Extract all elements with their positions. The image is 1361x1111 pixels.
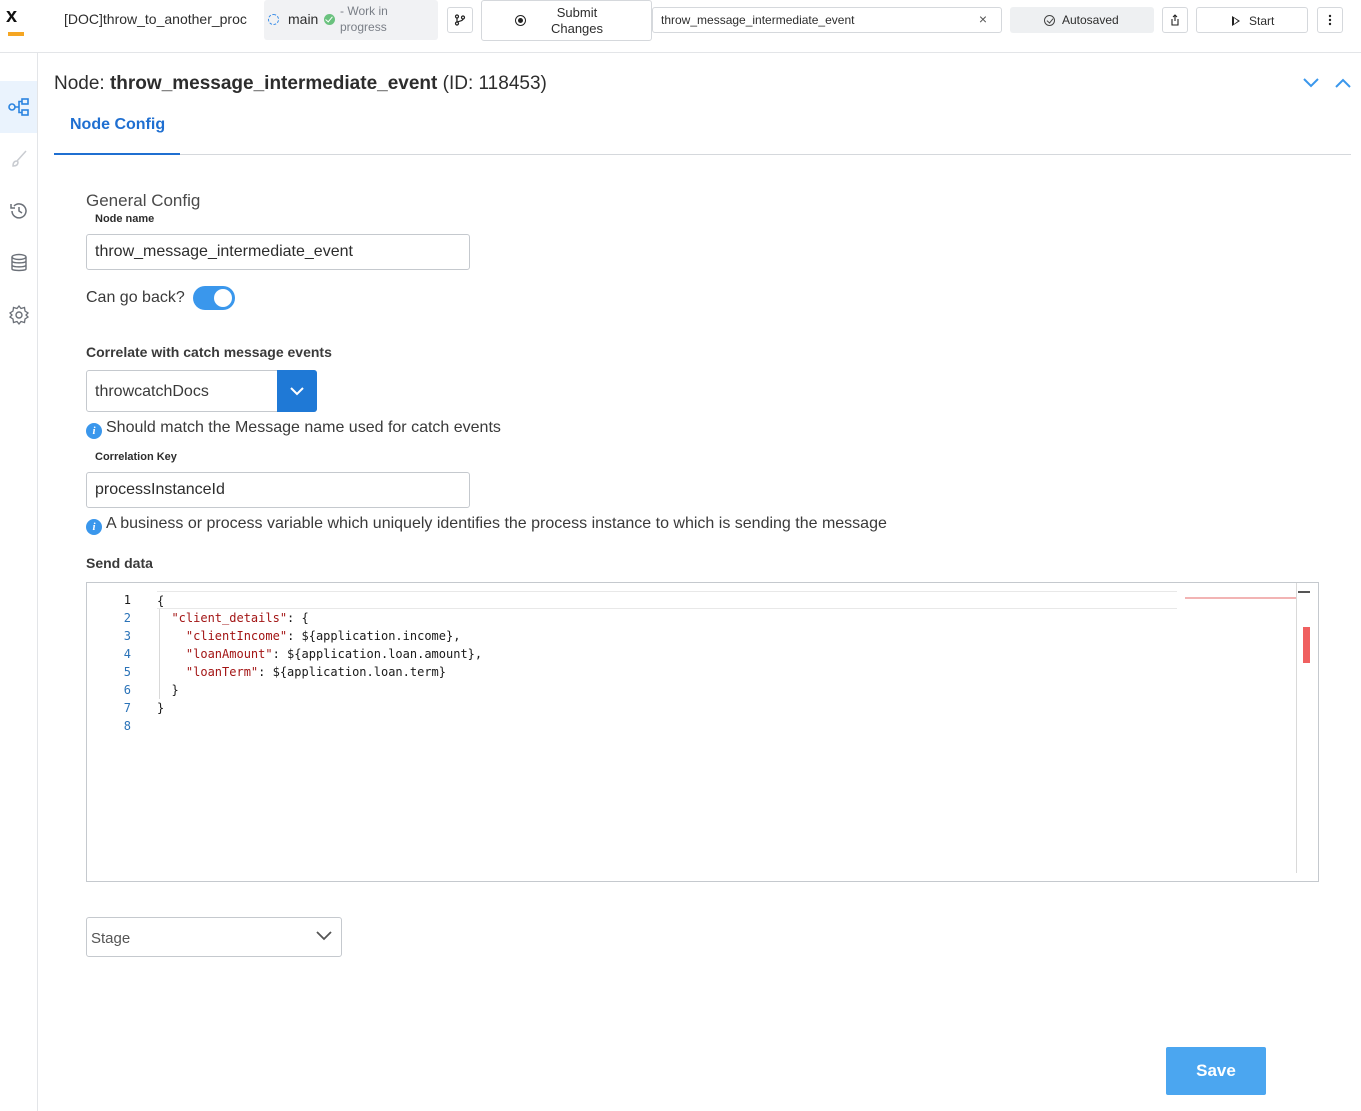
more-vertical-icon [1328, 14, 1332, 26]
node-name-title: throw_message_intermediate_event [109, 73, 438, 94]
correlation-key-label: Correlation Key [95, 451, 177, 463]
check-circle-icon [1044, 15, 1055, 26]
editor-minimap[interactable] [1185, 593, 1297, 603]
chevron-up-icon[interactable] [1334, 76, 1352, 90]
brush-icon [11, 150, 27, 167]
info-icon: i [86, 423, 102, 439]
autosaved-button[interactable]: Autosaved [1010, 7, 1154, 33]
check-circle-icon [324, 14, 335, 25]
work-status: - Work in progress [340, 4, 388, 34]
top-bar: x [DOC]throw_to_another_proc main - Work… [0, 0, 1361, 41]
settings-icon [8, 304, 29, 326]
chevron-down-icon [316, 931, 332, 941]
clear-icon[interactable]: × [979, 11, 987, 27]
app-logo[interactable]: x [6, 5, 24, 36]
history-icon [9, 203, 27, 219]
submit-changes-button[interactable]: Submit Changes [481, 0, 652, 41]
rail-item-theme[interactable] [0, 133, 37, 185]
stage-select[interactable]: Stage [86, 917, 342, 957]
node-name-label: Node name [95, 213, 155, 225]
branch-name: main [288, 11, 319, 27]
can-go-back-label: Can go back? [86, 289, 185, 306]
send-data-editor[interactable]: 1 2 3 4 5 6 7 8 { "client_details": { "c… [86, 582, 1319, 882]
rail-item-process[interactable] [0, 81, 37, 133]
branch-status[interactable]: main - Work in progress [264, 0, 438, 40]
code-line: "loanAmount": ${application.loan.amount}… [185, 647, 483, 661]
process-title[interactable]: [DOC]throw_to_another_proc [64, 11, 257, 27]
start-button[interactable]: Start [1196, 7, 1308, 33]
message-select-toggle[interactable] [277, 370, 317, 412]
tab-node-config[interactable]: Node Config [54, 105, 180, 155]
correlation-key-input[interactable] [95, 481, 455, 499]
send-data-label: Send data [86, 555, 153, 571]
can-go-back-toggle[interactable] [193, 286, 235, 310]
node-id: (ID: 118453) [442, 73, 547, 94]
chevron-down-icon [290, 387, 304, 396]
more-options-button[interactable] [1317, 7, 1343, 33]
sync-icon [268, 14, 279, 25]
rail-item-data[interactable] [0, 237, 37, 289]
code-line: "loanTerm": ${application.loan.term} [185, 665, 446, 679]
export-button[interactable] [1162, 7, 1188, 33]
rail-item-settings[interactable] [0, 289, 37, 341]
code-line: "clientIncome": ${application.income}, [185, 629, 461, 643]
node-header: Node: throw_message_intermediate_event (… [54, 73, 547, 94]
process-flow-icon [7, 98, 29, 116]
branch-menu-button[interactable] [447, 7, 473, 33]
radio-dot-icon [515, 15, 526, 26]
x-logo-icon: x [6, 5, 18, 27]
node-name-field[interactable] [86, 234, 470, 270]
code-lines[interactable]: { "client_details": { "clientIncome": ${… [157, 591, 1177, 735]
info-icon: i [86, 519, 102, 535]
left-sidebar [0, 53, 38, 1111]
line-number-gutter: 1 2 3 4 5 6 7 8 [123, 593, 131, 733]
node-search-input[interactable] [661, 12, 961, 28]
save-button[interactable]: Save [1166, 1047, 1266, 1095]
database-icon [10, 253, 27, 272]
message-hint: i Should match the Message name used for … [86, 419, 501, 439]
rail-item-history[interactable] [0, 185, 37, 237]
editor-scrollbar-error-marker[interactable] [1303, 627, 1310, 663]
stage-placeholder: Stage [91, 930, 131, 947]
tab-bar: Node Config [54, 105, 1351, 155]
code-line: } [157, 683, 179, 697]
message-select-value: throwcatchDocs [95, 383, 209, 400]
code-line: "client_details": { [171, 611, 309, 625]
correlation-key-field[interactable] [86, 472, 470, 508]
code-line: } [157, 701, 165, 715]
correlation-key-hint: iA business or process variable which un… [86, 515, 887, 535]
node-search-field[interactable]: × [652, 7, 1002, 33]
code-line: { [157, 591, 1177, 609]
git-branch-icon [454, 14, 466, 26]
section-title: General Config [86, 191, 201, 210]
share-icon [1171, 14, 1179, 26]
message-select[interactable]: throwcatchDocs [86, 370, 317, 412]
play-icon [1232, 16, 1240, 26]
chevron-down-icon[interactable] [1302, 76, 1320, 90]
node-name-input[interactable] [95, 243, 455, 261]
correlate-label: Correlate with catch message events [86, 344, 332, 360]
